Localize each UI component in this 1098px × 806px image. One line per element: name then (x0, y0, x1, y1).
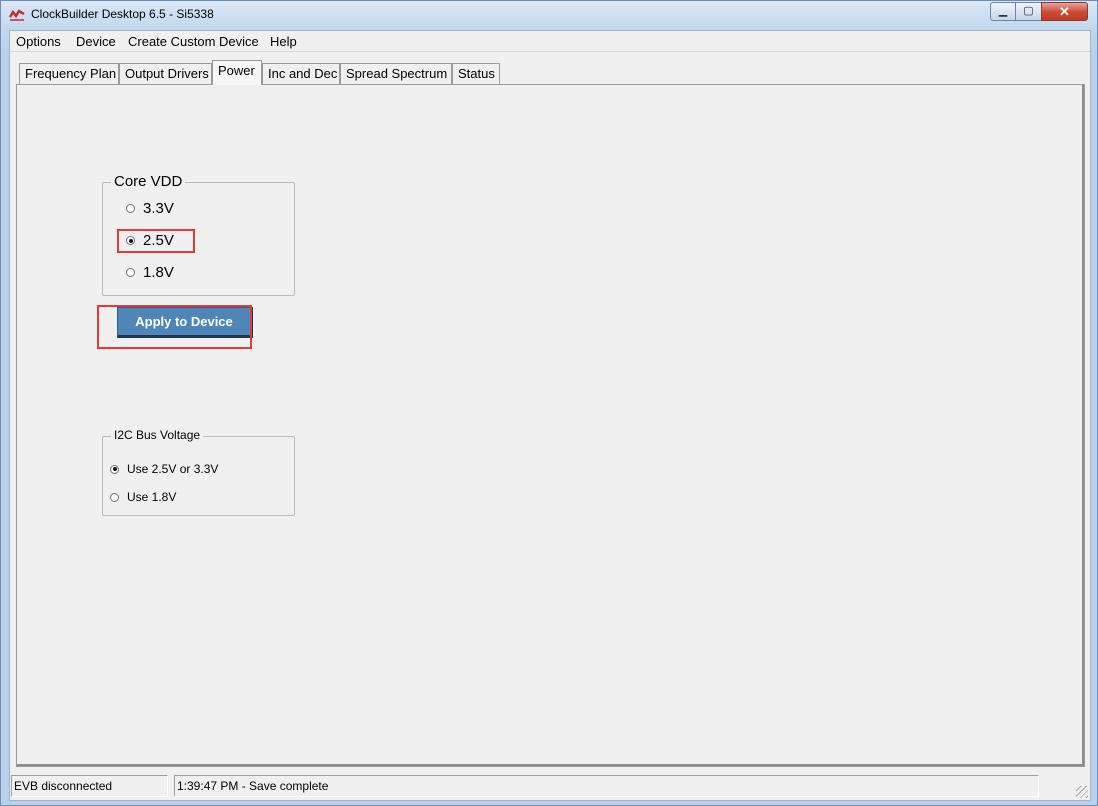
tab-frequency-plan[interactable]: Frequency Plan (19, 63, 119, 84)
tab-status[interactable]: Status (452, 63, 500, 84)
minimize-button[interactable]: ▁ (990, 2, 1016, 21)
tab-inc-and-dec[interactable]: Inc and Dec (262, 63, 340, 84)
radio-button-selected[interactable] (110, 464, 119, 474)
minimize-icon: ▁ (998, 5, 1008, 17)
radio-button[interactable] (126, 204, 135, 213)
i2c-bus-voltage-group: I2C Bus Voltage (102, 428, 295, 516)
close-icon: ✕ (1059, 4, 1070, 19)
radio-button[interactable] (126, 268, 135, 277)
core-vdd-option-3-3v[interactable]: 3.3V (126, 200, 174, 217)
i2c-bus-voltage-label: I2C Bus Voltage (111, 428, 204, 442)
close-button[interactable]: ✕ (1041, 2, 1088, 21)
option-label: 1.8V (143, 264, 174, 281)
status-bar: EVB disconnected 1:39:47 PM - Save compl… (10, 772, 1090, 800)
menu-bar: Options Device Create Custom Device Help (10, 31, 1090, 52)
radio-button[interactable] (110, 492, 119, 502)
menu-options[interactable]: Options (16, 34, 61, 49)
menu-create-custom-device[interactable]: Create Custom Device (128, 34, 259, 49)
title-bar[interactable]: ClockBuilder Desktop 6.5 - Si5338 ▁ ▢ ✕ (1, 1, 1097, 29)
tab-output-drivers[interactable]: Output Drivers (119, 63, 212, 84)
window-title: ClockBuilder Desktop 6.5 - Si5338 (31, 7, 214, 21)
power-tab-page: Core VDD 3.3V 2.5V 1.8V Apply to Device … (16, 84, 1085, 767)
tab-spread-spectrum[interactable]: Spread Spectrum (340, 63, 452, 84)
connection-status: EVB disconnected (11, 775, 168, 797)
menu-device[interactable]: Device (76, 34, 116, 49)
i2c-option-2-5v-or-3-3v[interactable]: Use 2.5V or 3.3V (110, 462, 218, 476)
resize-grip-icon[interactable] (1076, 786, 1088, 798)
core-vdd-option-1-8v[interactable]: 1.8V (126, 264, 174, 281)
highlight-box (117, 229, 195, 253)
client-area: Options Device Create Custom Device Help… (9, 30, 1091, 801)
option-label: 3.3V (143, 200, 174, 217)
option-label: Use 2.5V or 3.3V (127, 462, 219, 476)
maximize-icon: ▢ (1023, 5, 1034, 17)
i2c-option-1-8v[interactable]: Use 1.8V (110, 490, 176, 504)
status-message: 1:39:47 PM - Save complete (174, 775, 1039, 797)
app-logo-icon (9, 9, 25, 21)
highlight-box (97, 305, 252, 349)
app-window: ClockBuilder Desktop 6.5 - Si5338 ▁ ▢ ✕ … (0, 0, 1098, 806)
tab-strip: Frequency Plan Output Drivers Power Inc … (10, 60, 1090, 85)
tab-power[interactable]: Power (212, 60, 262, 85)
menu-help[interactable]: Help (270, 34, 297, 49)
core-vdd-label: Core VDD (111, 173, 186, 190)
maximize-button[interactable]: ▢ (1015, 2, 1042, 21)
option-label: Use 1.8V (127, 490, 177, 504)
